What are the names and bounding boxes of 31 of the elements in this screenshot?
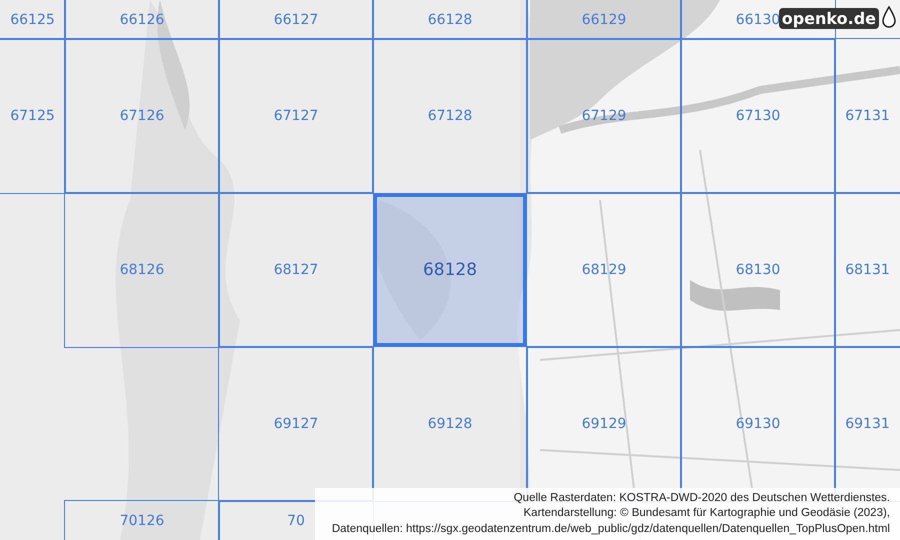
tile-number[interactable]: 69130 — [736, 416, 780, 432]
tile-number[interactable]: 70126 — [120, 512, 164, 528]
attribution-text: Quelle Rasterdaten: KOSTRA-DWD-2020 des Deutschen Wetterdienstes. — [512, 490, 890, 506]
tile-number[interactable]: 67128 — [428, 108, 472, 124]
tile-number[interactable]: 66130 — [736, 12, 780, 28]
tile-number[interactable]: 68126 — [120, 262, 164, 278]
tile-number[interactable]: 70 — [287, 512, 305, 528]
tile-number[interactable]: 67129 — [582, 108, 626, 124]
tile-number[interactable]: 66126 — [120, 12, 164, 28]
tile-number[interactable]: 67127 — [274, 108, 318, 124]
tile-number[interactable]: 67125 — [10, 108, 55, 124]
tile-number[interactable]: 67131 — [845, 108, 890, 124]
tile-number[interactable]: 67130 — [736, 108, 780, 124]
attribution-text: Datenquellen: https://sgx.geodatenzentrum.de/web_public/gdz/datenquellen/Datenquellen_TopPlusOpen.html — [330, 522, 890, 536]
attribution-text: Kartendarstellung: © Bundesamt für Kartographie und Geodäsie (2023), — [522, 506, 890, 521]
logo: openko.de — [778, 8, 879, 28]
droplet-icon — [881, 6, 897, 30]
tile-number[interactable]: 68128 — [422, 260, 478, 280]
tile-number[interactable]: 68129 — [582, 262, 626, 278]
tile-number[interactable]: 69129 — [582, 416, 626, 432]
tile-number[interactable]: 68130 — [736, 262, 780, 278]
tile-number[interactable]: 69128 — [428, 416, 472, 432]
tile-number[interactable]: 66127 — [274, 12, 318, 28]
tile-number[interactable]: 66128 — [428, 12, 472, 28]
tile-number[interactable]: 69127 — [274, 416, 318, 432]
tile-number[interactable]: 69131 — [845, 416, 890, 432]
tile-number[interactable]: 66129 — [582, 12, 626, 28]
tile-number[interactable]: 67126 — [120, 108, 164, 124]
tile-number[interactable]: 68127 — [274, 262, 318, 278]
tile-number[interactable]: 66125 — [10, 12, 55, 28]
tile-number[interactable]: 68131 — [845, 262, 890, 278]
